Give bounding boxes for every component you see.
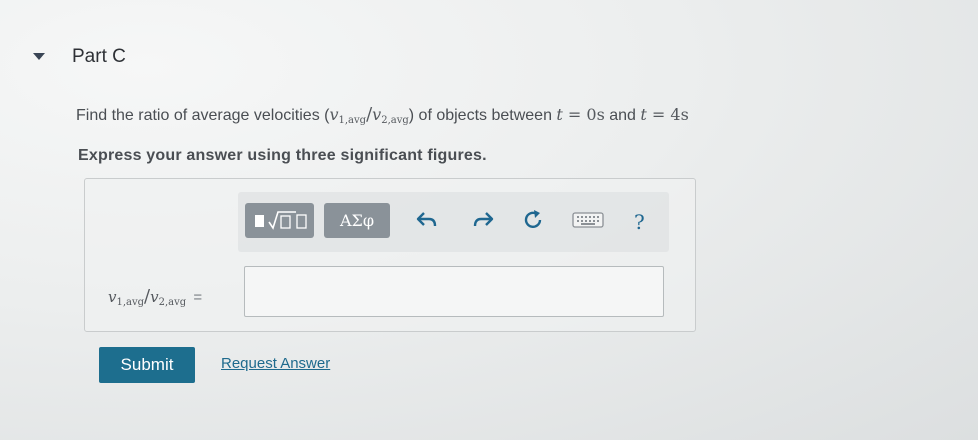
symbols-button[interactable]: ΑΣφ: [324, 203, 390, 238]
help-icon[interactable]: ?: [634, 210, 645, 234]
start-time: 0s: [586, 105, 605, 124]
end-time: 4s: [670, 105, 689, 124]
undo-icon[interactable]: [416, 210, 438, 230]
answer-input[interactable]: [244, 266, 664, 317]
reset-icon[interactable]: [521, 208, 545, 232]
templates-button[interactable]: [245, 203, 314, 238]
submit-button[interactable]: Submit: [99, 347, 195, 383]
instruction-text: Express your answer using three signific…: [78, 147, 487, 164]
request-answer-link[interactable]: Request Answer: [221, 355, 330, 372]
redo-icon[interactable]: [472, 210, 494, 230]
question-text-before: Find the ratio of average velocities (: [76, 107, 330, 124]
part-title[interactable]: Part C: [72, 46, 126, 68]
templates-icon: [254, 210, 307, 230]
math-toolbar: ΑΣφ ?: [238, 192, 669, 252]
question-text: Find the ratio of average velocities (v1…: [76, 104, 689, 126]
caret-down-icon[interactable]: [33, 53, 45, 60]
keyboard-icon[interactable]: [572, 211, 604, 229]
velocity-ratio-math: v1,avg/v2,avg: [329, 104, 409, 126]
answer-label: v1,avg/v2,avg =: [108, 286, 203, 308]
question-text-after: ) of objects between: [408, 107, 557, 124]
